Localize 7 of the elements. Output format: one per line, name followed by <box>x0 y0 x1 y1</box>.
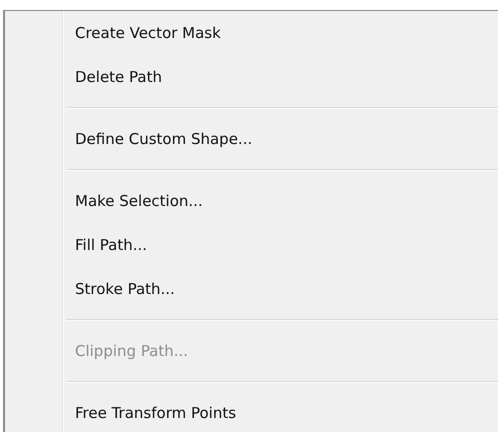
menu-item[interactable]: Make Selection... <box>75 192 203 210</box>
menu-item[interactable]: Stroke Path... <box>75 280 175 298</box>
menu-item[interactable]: Define Custom Shape... <box>75 130 252 148</box>
menu-item[interactable]: Free Transform Points <box>75 404 236 422</box>
menu-item[interactable]: Delete Path <box>75 68 162 86</box>
menu-item[interactable]: Fill Path... <box>75 236 148 254</box>
menu-item[interactable]: Create Vector Mask <box>75 24 221 42</box>
